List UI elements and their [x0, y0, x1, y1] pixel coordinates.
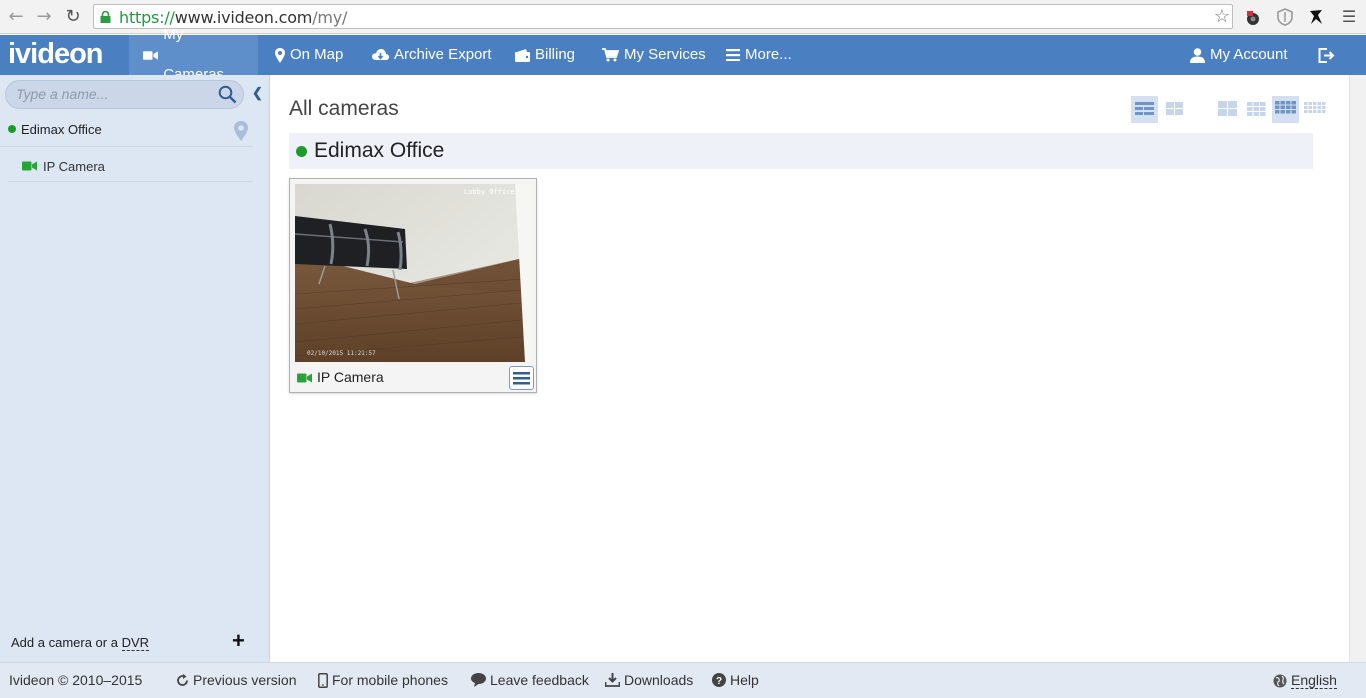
collapse-sidebar-icon[interactable]: ❮ — [252, 85, 263, 101]
reload-icon[interactable]: ↻ — [62, 6, 84, 28]
speech-bubble-icon — [471, 673, 486, 687]
camera-overlay-label: Lobby Office — [464, 188, 515, 196]
location-pin-icon[interactable] — [234, 121, 248, 141]
grid-5-icon — [1304, 102, 1326, 113]
feedback-label: Leave feedback — [490, 672, 589, 688]
grid-2x2-button[interactable] — [1214, 96, 1241, 123]
nav-my-account-label: My Account — [1210, 46, 1288, 63]
search-icon[interactable] — [218, 85, 237, 104]
camera-group-title: Edimax Office — [314, 139, 445, 162]
forward-arrow-icon[interactable]: → — [33, 6, 55, 28]
nav-more[interactable]: More... — [712, 35, 806, 75]
help-icon: ? — [712, 673, 726, 687]
grid-4x4-button[interactable] — [1272, 96, 1299, 123]
shield-extension-icon[interactable] — [1275, 7, 1295, 27]
refresh-icon — [177, 673, 188, 686]
camera-menu-button[interactable] — [509, 366, 534, 390]
menu-icon — [726, 49, 740, 61]
footer-previous-version-link[interactable]: Previous version — [176, 672, 297, 688]
footer-feedback-link[interactable]: Leave feedback — [471, 672, 589, 688]
sidebar-group-edimax-office[interactable]: Edimax Office — [0, 117, 253, 147]
footer: Ivideon © 2010–2015 Previous version For… — [0, 662, 1366, 698]
page-scrollbar[interactable] — [1349, 75, 1366, 662]
list-layout-icon — [1135, 102, 1154, 115]
camera-timestamp: 02/10/2015 11:21:57 — [307, 350, 376, 357]
help-label: Help — [730, 672, 759, 688]
pirate-extension-icon[interactable] — [1307, 7, 1327, 27]
nav-billing[interactable]: Billing — [501, 35, 589, 75]
sidebar: ❮ Edimax Office IP Camera Add a camera o… — [0, 75, 270, 662]
nav-archive-export[interactable]: Archive Export — [358, 35, 506, 75]
sidebar-group-name: Edimax Office — [21, 122, 102, 137]
logout-icon — [1318, 47, 1335, 63]
add-camera-link[interactable]: Add a camera or a DVR — [11, 635, 150, 651]
app-navbar: ivideon My Cameras On Map Archive Export… — [0, 26, 1366, 83]
view-grid-button[interactable] — [1161, 96, 1188, 123]
add-plus-icon[interactable]: + — [232, 630, 245, 652]
footer-downloads-link[interactable]: Downloads — [605, 672, 693, 688]
camera-thumbnail[interactable]: Lobby Office 02/10/2015 11:21:57 — [295, 184, 532, 362]
copyright-text: Ivideon © 2010–2015 — [9, 672, 143, 688]
nav-more-label: More... — [745, 46, 792, 63]
mobile-phone-icon — [318, 672, 328, 688]
language-label: English — [1291, 672, 1337, 689]
download-icon — [605, 673, 620, 687]
search-input[interactable] — [16, 86, 216, 102]
lock-icon — [100, 11, 111, 23]
svg-text:?: ? — [716, 676, 722, 687]
nav-on-map[interactable]: On Map — [261, 35, 357, 75]
online-status-dot — [296, 146, 307, 157]
back-arrow-icon[interactable]: ← — [5, 6, 27, 28]
cloud-download-icon — [372, 48, 389, 60]
nav-my-services[interactable]: My Services — [588, 35, 720, 75]
browser-menu-icon[interactable]: ☰ — [1338, 6, 1360, 28]
nav-my-cameras[interactable]: My Cameras — [129, 26, 258, 83]
logout-button[interactable] — [1304, 35, 1349, 75]
map-pin-icon — [275, 47, 285, 63]
nav-archive-export-label: Archive Export — [394, 46, 492, 63]
footer-help-link[interactable]: ? Help — [712, 672, 759, 688]
grid-3x3-button[interactable] — [1243, 96, 1270, 123]
video-camera-icon — [22, 161, 37, 171]
camera-card-name: IP Camera — [317, 369, 384, 385]
downloads-label: Downloads — [624, 672, 694, 688]
user-icon — [1190, 47, 1205, 63]
view-list-button[interactable] — [1131, 96, 1158, 123]
grid-2-icon — [1218, 101, 1237, 116]
add-dvr-link[interactable]: DVR — [121, 635, 150, 651]
shopping-cart-icon — [602, 48, 619, 62]
nav-on-map-label: On Map — [290, 46, 344, 63]
address-bar[interactable]: https://www.ivideon.com/my/ ☆ — [93, 4, 1233, 29]
page-title: All cameras — [289, 97, 399, 120]
grid-3-icon — [1247, 102, 1266, 116]
hamburger-icon — [513, 372, 530, 385]
grid-layout-icon — [1166, 102, 1183, 115]
nav-my-account[interactable]: My Account — [1176, 35, 1302, 75]
camera-preview-image: Lobby Office 02/10/2015 11:21:57 — [295, 184, 532, 362]
sidebar-item-ip-camera[interactable]: IP Camera — [8, 151, 253, 182]
camera-card[interactable]: Lobby Office 02/10/2015 11:21:57 IP Came… — [289, 178, 537, 393]
footer-copyright: Ivideon © 2010–2015 — [9, 672, 142, 688]
nav-my-services-label: My Services — [624, 46, 706, 63]
video-camera-icon — [143, 50, 159, 60]
online-status-dot — [8, 125, 16, 133]
camera-group-header: Edimax Office — [289, 133, 1313, 169]
video-camera-icon — [297, 373, 312, 383]
search-field[interactable] — [5, 80, 244, 109]
mobile-label: For mobile phones — [332, 672, 448, 688]
bookmark-star-icon[interactable]: ☆ — [1214, 6, 1230, 27]
grid-4-icon — [1275, 101, 1296, 114]
ivideon-logo[interactable]: ivideon — [8, 38, 104, 71]
grid-5x5-button[interactable] — [1301, 96, 1328, 123]
footer-mobile-link[interactable]: For mobile phones — [318, 672, 448, 688]
add-camera-text: Add a camera or a — [11, 635, 122, 650]
globe-icon — [1273, 674, 1287, 687]
sidebar-camera-name: IP Camera — [43, 159, 105, 174]
footer-language-selector[interactable]: English — [1273, 672, 1337, 689]
wallet-icon — [515, 48, 530, 62]
previous-version-label: Previous version — [193, 672, 297, 688]
camera-extension-icon[interactable] — [1243, 7, 1263, 27]
nav-billing-label: Billing — [535, 46, 576, 63]
